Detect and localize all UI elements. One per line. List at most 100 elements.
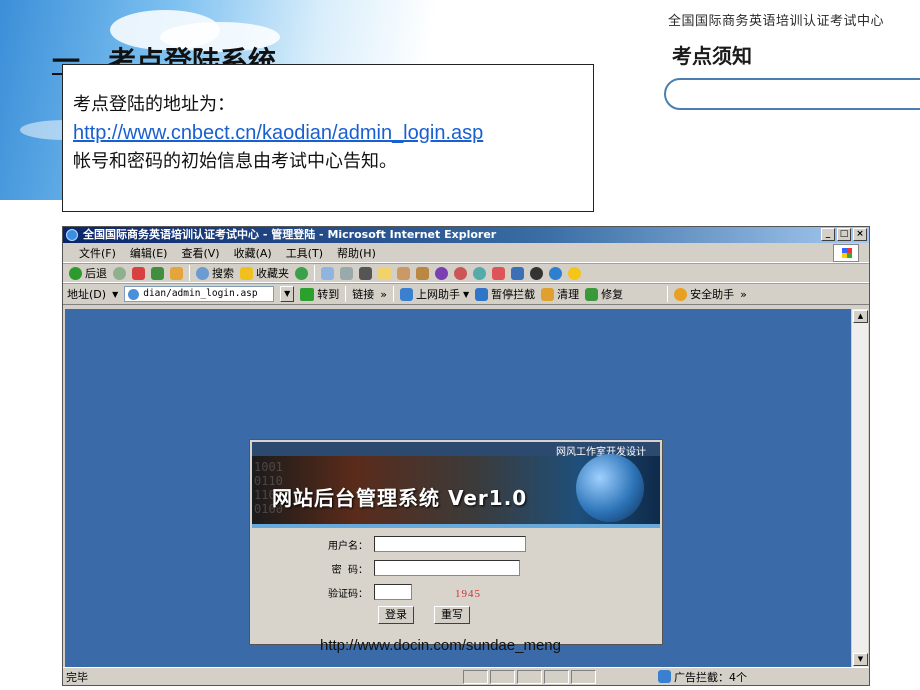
links-more-chevron[interactable]: » [380, 288, 387, 301]
address-callout-box: 考点登陆的地址为： http://www.cnbect.cn/kaodian/a… [62, 64, 594, 212]
browser-title: 全国国际商务英语培训认证考试中心 - 管理登陆 - Microsoft Inte… [83, 228, 497, 241]
menu-favorites[interactable]: 收藏(A) [234, 245, 272, 261]
mail-icon[interactable] [321, 266, 334, 280]
username-input[interactable] [374, 536, 526, 552]
close-button[interactable]: × [853, 228, 867, 241]
refresh-icon[interactable] [151, 266, 164, 280]
menu-help[interactable]: 帮助(H) [337, 245, 376, 261]
login-url-link[interactable]: http://www.cnbect.cn/kaodian/admin_login… [73, 122, 483, 144]
system-banner: 网风工作室开发设计 1001 0110 1101 0100 网站后台管理系统 Ver1… [252, 442, 660, 528]
globe-icon [576, 454, 644, 522]
ring-icon[interactable] [435, 266, 448, 280]
reset-button[interactable]: 重写 [434, 606, 470, 624]
address-history-dropdown[interactable]: ▼ [280, 286, 295, 302]
callout-intro: 考点登陆的地址为： [73, 94, 235, 115]
browser-window: 全国国际商务英语培训认证考试中心 - 管理登陆 - Microsoft Inte… [62, 226, 870, 686]
favorites-button[interactable]: 收藏夹 [240, 265, 289, 281]
address-label: 地址(D) [67, 288, 107, 301]
address-input[interactable]: dian/admin_login.asp [124, 286, 275, 302]
broom-icon [541, 287, 555, 301]
system-title: 网站后台管理系统 Ver1.0 [272, 486, 528, 510]
pause-block-button[interactable]: 暂停拦截 [475, 286, 535, 302]
safety-assistant-button[interactable]: 安全助手 [674, 286, 734, 302]
home-icon[interactable] [170, 266, 183, 280]
password-row: 密 码： [316, 560, 520, 576]
smiley-icon[interactable] [568, 266, 581, 280]
admin-login-panel: 网风工作室开发设计 1001 0110 1101 0100 网站后台管理系统 Ver1… [249, 439, 663, 645]
footer-source-url: http://www.docin.com/sundae_meng [320, 637, 561, 654]
penguin-icon[interactable] [530, 266, 543, 280]
browser-titlebar: 全国国际商务英语培训认证考试中心 - 管理登陆 - Microsoft Inte… [63, 227, 869, 243]
scroll-up-button[interactable]: ▲ [853, 310, 868, 323]
people-icon[interactable] [511, 266, 524, 280]
shield-icon [674, 287, 688, 301]
print-icon[interactable] [340, 266, 353, 280]
menu-bar: 文件(F) 编辑(E) 查看(V) 收藏(A) 工具(T) 帮助(H) [63, 243, 869, 263]
ad-block-status[interactable]: 广告拦截：4个 [658, 669, 747, 685]
swirl-icon[interactable] [454, 266, 467, 280]
status-cell [517, 669, 542, 684]
organization-name: 全国国际商务英语培训认证考试中心 [668, 14, 885, 29]
minimize-button[interactable]: _ [821, 228, 835, 241]
star-icon [240, 266, 253, 280]
password-label: 密 码： [331, 564, 368, 576]
banner-bottom-strip [252, 524, 660, 528]
repair-button[interactable]: 修复 [585, 286, 623, 302]
media-icon[interactable] [295, 266, 308, 280]
clean-button[interactable]: 清理 [541, 286, 579, 302]
page-viewport: 网风工作室开发设计 1001 0110 1101 0100 网站后台管理系统 Ver1… [65, 309, 851, 667]
plugin-icon[interactable] [416, 266, 429, 280]
status-cell [490, 669, 515, 684]
captcha-label: 验证码： [328, 588, 368, 600]
captcha-input[interactable] [374, 584, 412, 600]
notice-title: 考点须知 [672, 44, 752, 68]
ad-block-icon [658, 670, 671, 683]
address-dropdown-icon[interactable]: ▼ [112, 290, 118, 299]
status-cell [571, 669, 596, 684]
login-button[interactable]: 登录 [378, 606, 414, 624]
scroll-down-button[interactable]: ▼ [853, 653, 868, 666]
globe-icon[interactable] [473, 266, 486, 280]
folder-icon[interactable] [378, 266, 391, 280]
toolbar-more-chevron[interactable]: » [740, 288, 747, 301]
search-icon [196, 266, 209, 280]
standard-toolbar: 后退 搜索 收藏夹 [63, 263, 869, 283]
links-button[interactable]: 链接 [352, 286, 374, 302]
edit-icon[interactable] [359, 266, 372, 280]
forward-arrow-icon[interactable] [113, 266, 126, 280]
menu-edit[interactable]: 编辑(E) [130, 245, 168, 261]
toolbar-separator [345, 286, 347, 302]
status-cells [463, 669, 598, 684]
online-assistant-button[interactable]: 上网助手 ▼ [399, 286, 469, 302]
rounded-pill-decoration [664, 78, 920, 110]
username-row: 用户名： [316, 536, 526, 552]
menu-view[interactable]: 查看(V) [181, 245, 219, 261]
back-button[interactable]: 后退 [69, 265, 107, 281]
back-arrow-icon [69, 266, 82, 280]
network-icon[interactable] [549, 266, 562, 280]
toolbar-separator [667, 286, 669, 302]
address-bar: 地址(D) ▼ dian/admin_login.asp ▼ 转到 链接 » 上… [63, 283, 869, 305]
password-input[interactable] [374, 560, 520, 576]
toolbar-separator [314, 265, 315, 281]
menu-tools[interactable]: 工具(T) [286, 245, 323, 261]
windows-logo-icon [833, 244, 859, 262]
maximize-button[interactable]: □ [837, 228, 851, 241]
ie-icon [66, 229, 78, 241]
toolbar-separator [189, 265, 190, 281]
go-arrow-icon [300, 287, 315, 301]
cup-icon[interactable] [397, 266, 410, 280]
toolbar-separator [392, 286, 394, 302]
search-button[interactable]: 搜索 [196, 265, 234, 281]
stop-icon[interactable] [132, 266, 145, 280]
tool-icon[interactable] [492, 266, 505, 280]
plus-icon [585, 287, 599, 301]
window-block-icon [475, 287, 489, 301]
menu-file[interactable]: 文件(F) [79, 245, 116, 261]
callout-account-note: 帐号和密码的初始信息由考试中心告知。 [73, 151, 397, 172]
captcha-image: 1945 [455, 588, 481, 600]
captcha-row: 验证码： [316, 584, 412, 600]
vertical-scrollbar[interactable]: ▲ ▼ [851, 309, 868, 667]
go-button[interactable]: 转到 [300, 286, 339, 302]
mail-assistant-icon [399, 287, 413, 301]
